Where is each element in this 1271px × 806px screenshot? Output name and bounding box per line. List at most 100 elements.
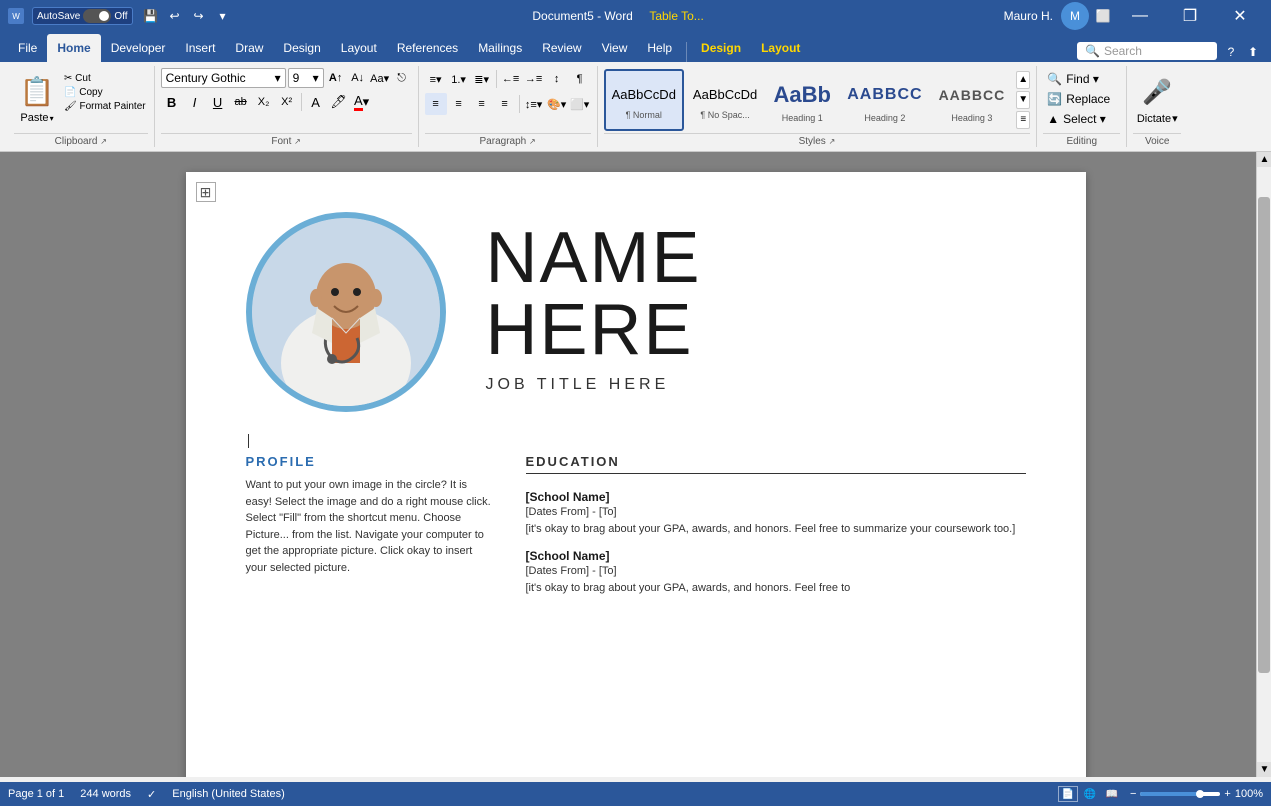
tab-table-design[interactable]: Design — [691, 34, 751, 62]
decrease-font-button[interactable]: A↓ — [348, 68, 368, 88]
print-layout-button[interactable]: 📄 — [1058, 786, 1078, 802]
styles-scroll-up[interactable]: ▲ — [1016, 71, 1030, 89]
tab-insert[interactable]: Insert — [175, 34, 225, 62]
show-marks-button[interactable]: ¶ — [569, 68, 591, 90]
dictate-label[interactable]: Dictate▾ — [1137, 112, 1178, 125]
user-account[interactable]: Mauro H. — [1004, 9, 1053, 23]
increase-font-button[interactable]: A↑ — [326, 68, 346, 88]
shading-button[interactable]: 🎨▾ — [546, 93, 568, 115]
vertical-scrollbar[interactable]: ▲ ▼ — [1256, 152, 1271, 777]
find-button[interactable]: 🔍 Find ▾ — [1043, 70, 1120, 88]
italic-button[interactable]: I — [184, 91, 206, 113]
tab-developer[interactable]: Developer — [101, 34, 176, 62]
tab-view[interactable]: View — [592, 34, 638, 62]
close-button[interactable]: ✕ — [1217, 0, 1263, 32]
tab-references[interactable]: References — [387, 34, 468, 62]
format-painter-button[interactable]: 🖌 Format Painter — [62, 100, 148, 113]
align-right-button[interactable]: ≡ — [471, 93, 493, 115]
sort-button[interactable]: ↕ — [546, 68, 568, 90]
align-center-button[interactable]: ≡ — [448, 93, 470, 115]
redo-button[interactable]: ↪ — [189, 6, 209, 26]
school-name-2[interactable]: [School Name] — [526, 549, 1026, 563]
school-name-1[interactable]: [School Name] — [526, 490, 1026, 504]
zoom-in-button[interactable]: + — [1224, 788, 1230, 800]
autosave-button[interactable]: AutoSave Off — [32, 7, 133, 25]
style-heading1[interactable]: AaBb Heading 1 — [766, 69, 838, 131]
ribbon-display-options[interactable]: ⬜ — [1093, 6, 1113, 26]
ribbon-collapse-button[interactable]: ⬆ — [1243, 42, 1263, 62]
resume-job-title[interactable]: JOB TITLE HERE — [486, 376, 1026, 394]
search-box[interactable]: 🔍 Search — [1077, 42, 1217, 60]
undo-button[interactable]: ↩ — [165, 6, 185, 26]
style-no-spacing[interactable]: AaBbCcDd ¶ No Spac... — [686, 69, 764, 131]
bold-button[interactable]: B — [161, 91, 183, 113]
replace-button[interactable]: 🔄 Replace — [1043, 90, 1120, 108]
help-button[interactable]: ? — [1221, 42, 1241, 62]
styles-more-button[interactable]: ≡ — [1016, 111, 1030, 129]
strikethrough-button[interactable]: ab — [230, 91, 252, 113]
read-mode-button[interactable]: 📖 — [1102, 786, 1122, 802]
paste-button[interactable]: 📋 Paste▾ — [14, 68, 60, 126]
resume-name[interactable]: NAME HERE — [486, 222, 1026, 366]
style-heading1-preview: AaBb — [774, 77, 831, 113]
text-effects-button[interactable]: A — [305, 91, 327, 113]
tab-layout[interactable]: Layout — [331, 34, 387, 62]
tab-review[interactable]: Review — [532, 34, 591, 62]
underline-button[interactable]: U — [207, 91, 229, 113]
change-case-button[interactable]: Aa▾ — [370, 68, 390, 88]
tab-file[interactable]: File — [8, 34, 47, 62]
scroll-up-arrow[interactable]: ▲ — [1257, 152, 1271, 167]
style-normal[interactable]: AaBbCcDd ¶ Normal — [604, 69, 684, 131]
tab-help[interactable]: Help — [637, 34, 682, 62]
font-color-button[interactable]: A▾ — [351, 91, 373, 113]
tab-design[interactable]: Design — [273, 34, 330, 62]
tab-mailings[interactable]: Mailings — [468, 34, 532, 62]
user-avatar[interactable]: M — [1061, 2, 1089, 30]
line-spacing-button[interactable]: ↕≡▾ — [523, 93, 545, 115]
document-area: ⊞ — [0, 152, 1271, 777]
zoom-slider[interactable] — [1140, 792, 1220, 796]
select-button[interactable]: ▲ Select ▾ — [1043, 110, 1120, 128]
minimize-button[interactable]: — — [1117, 0, 1163, 32]
scroll-down-arrow[interactable]: ▼ — [1257, 762, 1271, 777]
resume-header: NAME HERE JOB TITLE HERE — [246, 212, 1026, 412]
scroll-track — [1257, 167, 1271, 762]
copy-button[interactable]: 📄 Copy — [62, 86, 148, 99]
decrease-indent-button[interactable]: ←≡ — [500, 68, 522, 90]
style-heading2[interactable]: AABBCC Heading 2 — [840, 69, 929, 131]
scroll-thumb[interactable] — [1258, 197, 1270, 673]
subscript-button[interactable]: X₂ — [253, 91, 275, 113]
borders-button[interactable]: ⬜▾ — [569, 93, 591, 115]
profile-photo[interactable] — [246, 212, 446, 412]
save-button[interactable]: 💾 — [141, 6, 161, 26]
font-name-selector[interactable]: Century Gothic▾ — [161, 68, 286, 88]
move-handle[interactable]: ⊞ — [196, 182, 216, 202]
bullets-button[interactable]: ≡▾ — [425, 68, 447, 90]
align-left-button[interactable]: ≡ — [425, 93, 447, 115]
tab-draw[interactable]: Draw — [225, 34, 273, 62]
numbering-button[interactable]: 1.▾ — [448, 68, 470, 90]
restore-button[interactable]: ❐ — [1167, 0, 1213, 32]
multilevel-list-button[interactable]: ≣▾ — [471, 68, 493, 90]
tab-home[interactable]: Home — [47, 34, 100, 62]
font-size-selector[interactable]: 9▾ — [288, 68, 324, 88]
status-right: 📄 🌐 📖 − + 100% — [1058, 786, 1263, 802]
resume-body: PROFILE Want to put your own image in th… — [246, 454, 1026, 608]
zoom-out-button[interactable]: − — [1130, 788, 1136, 800]
education-entry-2: [School Name] [Dates From] - [To] [it's … — [526, 549, 1026, 596]
page[interactable]: ⊞ — [186, 172, 1086, 777]
clear-format-button[interactable]: ⎋ — [392, 68, 412, 88]
increase-indent-button[interactable]: →≡ — [523, 68, 545, 90]
dictate-button[interactable]: 🎤 — [1139, 74, 1175, 110]
web-layout-button[interactable]: 🌐 — [1080, 786, 1100, 802]
profile-text[interactable]: Want to put your own image in the circle… — [246, 477, 496, 576]
highlight-button[interactable]: 🖊 — [328, 91, 350, 113]
superscript-button[interactable]: X² — [276, 91, 298, 113]
customize-qat-button[interactable]: ▾ — [213, 6, 233, 26]
styles-scroll-down[interactable]: ▼ — [1016, 91, 1030, 109]
cut-button[interactable]: ✂ Cut — [62, 72, 148, 85]
justify-button[interactable]: ≡ — [494, 93, 516, 115]
autosave-toggle[interactable] — [83, 9, 111, 23]
style-heading3[interactable]: AABBCC Heading 3 — [932, 69, 1013, 131]
tab-table-layout[interactable]: Layout — [751, 34, 810, 62]
